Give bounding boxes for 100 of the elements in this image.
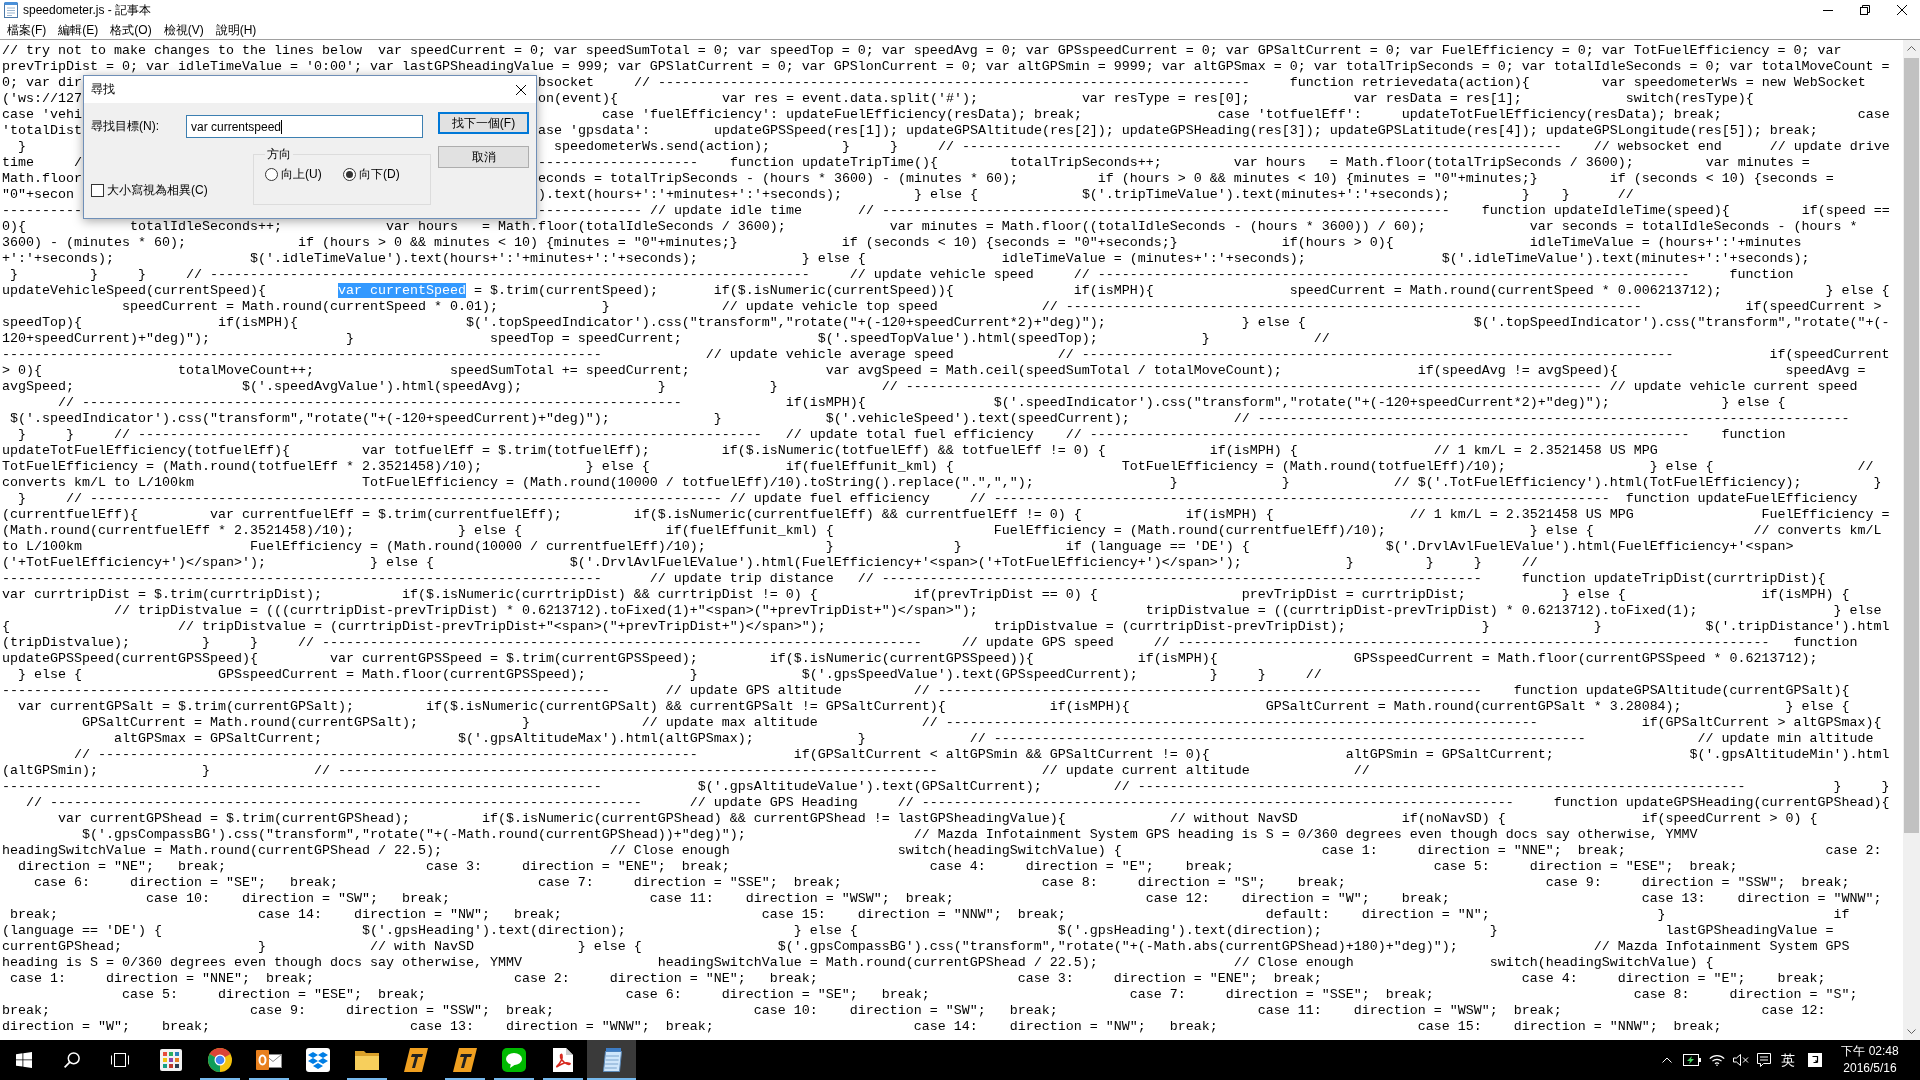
cancel-button[interactable]: 取消 bbox=[438, 146, 529, 168]
code-line: 120+speedCurrent)+"deg)"); } speedTop = speedCurrent; $('.speedTopValue').html(speedTop); } // bbox=[2, 331, 1330, 346]
code-line: ('ws://127 bbox=[2, 91, 82, 107]
code-line: "0"+secon bbox=[2, 187, 74, 203]
code-line: Math.floor bbox=[2, 171, 82, 187]
grid-tiles-icon bbox=[159, 1049, 182, 1071]
code-line: case 'vehi bbox=[2, 107, 82, 123]
code-line: (altGPSmin); } // --------------------------------------------------------------------------- // update current altitude // bbox=[2, 763, 1370, 778]
battery-icon[interactable] bbox=[1682, 1054, 1701, 1066]
input-method-indicator[interactable]: 英 bbox=[1781, 1051, 1795, 1069]
code-line: { // tripDistvalue = (currtripDist-prevTripDist+"<span>("+prevTripDist+")</span>"); tripDistvalue = (currtripDist-prevTripDist); } } $('.tripDistance').html bbox=[2, 619, 1890, 634]
minimize-icon[interactable] bbox=[1822, 9, 1833, 11]
code-line: break; case 14: direction = "NW"; break; case 15: direction = "NNW"; break; default: direction = "N"; } if bbox=[9, 907, 1850, 922]
folder-icon bbox=[354, 1050, 379, 1070]
code-line: 0; var dir bbox=[2, 75, 82, 91]
code-line: } } // ------------------------------------------------------------------------------ // update total fuel efficiency // --------------------------------------------------------------------------- function bbox=[17, 427, 1786, 442]
code-line: break; case 9: direction = "SSW"; break; case 10: direction = "SW"; break; case 11: direction = "WSW"; break; case 12: bbox=[2, 1003, 1826, 1018]
close-icon[interactable] bbox=[1896, 5, 1907, 15]
code-line: case 6: direction = "SE"; break; case 7: direction = "SSE"; break; case 8: direction = "S"; break; case 9: direction = "SSW"; break; bbox=[33, 875, 1850, 890]
wifi-icon[interactable] bbox=[1708, 1054, 1725, 1066]
code-line: ---------- bbox=[2, 203, 82, 219]
menu-item[interactable]: 說明(H) bbox=[209, 21, 263, 38]
selected-text: var currentSpeed bbox=[337, 283, 466, 298]
dialog-title: 尋找 bbox=[91, 81, 115, 98]
scrollbar-thumb[interactable] bbox=[1904, 58, 1919, 833]
code-line: direction = "NE"; break; case 3: direction = "ENE"; break; case 4: direction = "E"; break; case 5: direction = "ESE"; break; bbox=[17, 859, 1738, 874]
scroll-down-icon[interactable] bbox=[1907, 1029, 1916, 1034]
code-line: case 10: direction = "SW"; break; case 11: direction = "WSW"; break; case 12: direction = "W"; break; case 13: direction = "WNW"; bbox=[144, 891, 1882, 906]
task-view-icon[interactable] bbox=[111, 1053, 129, 1067]
code-line: headingSwitchValue = Math.round(currentGPShead / 22.5); // Close enough switch(headingSwitchValue) { case 1: direction = "NNE"; break; case 2: bbox=[2, 843, 1882, 858]
field-label: 尋找目標(N): bbox=[91, 118, 160, 135]
scroll-up-icon[interactable] bbox=[1907, 46, 1916, 51]
code-line: direction = "W"; break; case 13: direction = "WNW"; break; case 14: direction = "NW"; break; case 15: direction = "NNW"; break; bbox=[2, 1019, 1722, 1034]
clock-time[interactable]: 下午 02:48 bbox=[1841, 1043, 1899, 1060]
code-line: } } } // --------------------------------------------------------------------------- // update vehicle speed // -------------------------------------------------------------------------- function bbox=[9, 267, 1794, 282]
code-line: 'totalDist bbox=[2, 123, 82, 139]
code-line: // -------------------------------------------------------------------------- // update GPS Heading // -------------------------------------------------------------------------- function updateGPSHeading(currentGPShead){ bbox=[25, 795, 1890, 810]
scrollbar[interactable] bbox=[1903, 40, 1920, 1040]
radio-option[interactable]: 向上(U) bbox=[265, 166, 343, 183]
text-cursor-icon bbox=[281, 119, 283, 134]
code-text: = $.trim(currentSpeed); if($.isNumeric(currentSpeed)){ if(isMPH){ speedCurrent = Math.round(currentSpeed * 0.006213712); } else { bbox=[472, 283, 1890, 298]
chat-bubble-icon bbox=[501, 1048, 526, 1072]
code-line: 0){ totalIdleSeconds++; var hours = Math.floor(totalIdleSeconds / 3600); var minutes = Math.floor((totalIdleSeconds - (hours * 3600)) / 60); var seconds = totalIdleSeconds - (hours * bbox=[2, 219, 1858, 234]
notification-icon[interactable] bbox=[1808, 1053, 1822, 1067]
menu-item[interactable]: 編輯(E) bbox=[52, 21, 105, 38]
search-icon[interactable] bbox=[64, 1052, 80, 1068]
code-line: converts km/L to L/100km TotFuelEfficiency = (Math.round(10000 / totfuelEff)/10).toString().replace(".",","); } } // $('.TotFuelEfficiency').html(TotFuelEfficiency); } bbox=[2, 475, 1882, 490]
menu-item[interactable]: 檢視(V) bbox=[157, 21, 210, 38]
code-line: ------------- // update idle time // ----------------------------------------------------------------------- function updateIdleTime(speed){ if(speed == bbox=[538, 203, 1890, 219]
code-line: ('+TotFuelEfficiency+')</span>'); } else { $('.DrvlAvlFuelEValue').html(FuelEfficiency+'<span>('+TotFuelEfficiency+')</span>'); } } } // bbox=[2, 555, 1538, 570]
document-icon bbox=[552, 1048, 573, 1072]
code-line: econds = totalTripSeconds - (hours * 3600) - (minutes * 60); if (hours > 0 && minutes < 10) {minutes = "0"+minutes;} if (seconds < 10) {seconds = bbox=[538, 171, 1834, 187]
code-line: -------------------- function updateTripTime(){ totalTripSeconds++; var hours = Math.floor(totalTripSeconds / 3600); var minutes = bbox=[538, 155, 1810, 171]
code-line: --------------------------------------------------------------------------- // update trip distance // --------------------------------------------------------------------------- function updateTripDist(currtripDist){ bbox=[2, 571, 1826, 586]
code-line: ).text(hours+':'+minutes+':'+seconds); } else { $('.tripTimeValue').text(minutes+':'+seconds); } } // bbox=[538, 187, 1634, 203]
code-line: (Math.round(currentfuelEff * 2.3521458)/10); } else { if(fuelEffunit_kml) { FuelEfficiency = (Math.round(currentfuelEff)/10); } else { // converts km/L bbox=[2, 523, 1882, 538]
code-line: (tripDistvalue); } } // --------------------------------------------------------------------------- // update GPS speed // -------------------------------------------------------------------------- function bbox=[2, 635, 1858, 650]
code-line: 3600) - (minutes * 60); if (hours > 0 && minutes < 10) {minutes = "0"+minutes;} if (seconds < 10) {seconds = "0"+seconds;} if(hours > 0){ idleTimeValue = (hours+':'+minutes bbox=[2, 235, 1802, 250]
find-field[interactable]: var currentspeed bbox=[186, 115, 423, 138]
radio-option[interactable]: 向下(D) bbox=[343, 166, 421, 183]
message-icon[interactable] bbox=[1757, 1053, 1771, 1067]
code-line: // tripDistvalue = (((currtripDist-prevTripDist) * 0.6213712).toFixed(1)+"<span>("+prevTripDist+")</span>"); tripDistvalue = ((currtripDist-prevTripDist) * 0.6213712).toFixed(1); } else bbox=[112, 603, 1882, 618]
close-icon[interactable] bbox=[516, 84, 526, 95]
restore-icon[interactable] bbox=[1859, 5, 1870, 15]
code-line: > 0){ totalMoveCount++; speedSumTotal += speedCurrent; var avgSpeed = Math.ceil(speedSumTotal / totalMoveCount); if(speedAvg != avgSpeed){ speedAvg = bbox=[2, 363, 1866, 378]
menu-item[interactable]: 格式(O) bbox=[104, 21, 158, 38]
box-icon bbox=[305, 1048, 330, 1072]
menu-item[interactable]: 檔案(F) bbox=[1, 21, 53, 38]
chevron-up-icon[interactable] bbox=[1662, 1057, 1672, 1063]
four-panes-icon[interactable] bbox=[16, 1052, 32, 1068]
find-next-button[interactable]: 找下一個(F) bbox=[438, 112, 529, 134]
code-line: to L/100km FuelEfficiency = (Math.round(10000 / currentfuelEff)/10); } } if (language == 'DE') { $('.DrvlAvlFuelEValue').html(FuelEfficiency+'<span> bbox=[2, 539, 1794, 554]
code-line: case 5: direction = "ESE"; break; case 6: direction = "SE"; break; case 7: direction = "SSE"; break; case 8: direction = "S"; bbox=[120, 987, 1858, 1002]
code-line: case 'fuelEfficiency': updateFuelEfficiency(resData); break; case 'totfuelEff': updateTotFuelEfficiency(resData); break; case bbox=[601, 107, 1890, 123]
code-line: (language == 'DE') { $('.gpsHeading').text(direction); } else { $('.gpsHeading').text(direction); } lastGPSheadingValue = bbox=[2, 923, 1834, 938]
code-line: $('.gpsCompassBG').css("transform","rotate("+(-Math.round(currentGPShead))+"deg)"); // Mazda Infotainment System GPS heading is S = 0/360 degrees even though docs say otherwise, YMMV bbox=[80, 827, 1698, 842]
code-line: TotFuelEfficiency = (Math.round(totfuelEff * 2.3521458)/10); } else { if(fuelEffunit_kml) { TotFuelEfficiency = (Math.round(totfuelEff)/10); } else { // bbox=[2, 459, 1874, 474]
code-line: heading is S = 0/360 degrees even though docs say otherwise, YMMV headingSwitchValue = Math.round(currentGPShead / 22.5); // Close enough switch(headingSwitchValue) { bbox=[2, 955, 1714, 970]
code-line: --------------------------------------------------------------------------- $('.gpsAltitudeValue').text(GPSaltCurrent); // ---------------------------------------------------------------------------- } } bbox=[2, 779, 1890, 794]
circle-logo-icon bbox=[207, 1048, 232, 1072]
code-text: updateVehicleSpeed(currentSpeed){ bbox=[2, 283, 267, 298]
tilted-tile-icon bbox=[403, 1048, 428, 1072]
checkbox-option[interactable]: 大小寫視為相異(C) bbox=[91, 182, 208, 199]
code-line: GPSaltCurrent = Math.round(currentGPSalt); } // update max altitude // -------------------------------------------------------------------------- if(GPSaltCurrent > altGPSmax){ bbox=[80, 715, 1882, 730]
code-line: // --------------------------------------------------------------------------- if(GPSaltCurrent < altGPSmin && GPSaltCurrent != 0){ altGPSmin = GPSaltCurrent; $('.gpsAltitudeMin').html bbox=[72, 747, 1890, 762]
code-line: bsocket // -------------------------------------------------------------------------- function retrievedata(action){ var speedometerWs = new WebSocket bbox=[538, 75, 1866, 91]
tilted-tile-icon bbox=[452, 1048, 477, 1072]
taskbar-button[interactable] bbox=[587, 1040, 636, 1080]
code-line: var currentGPShead = $.trim(currentGPShead); if($.isNumeric(currentGPShead) && currentGPShead != lastGPSheadingValue){ // without NavSD if(noNavSD) { if(speedCurrent > 0) { bbox=[57, 811, 1818, 826]
code-line: (currentfuelEff){ var currentfuelEff = $.trim(currentfuelEff); if($.isNumeric(currentfuelEff) && currentfuelEff != 0) { if(isMPH) { // 1 km/L = 2.3521458 US MPG FuelEfficiency = bbox=[2, 507, 1890, 522]
clock-date[interactable]: 2016/5/16 bbox=[1843, 1060, 1897, 1077]
code-line: updateGPSSpeed(currentGPSSpeed){ var currentGPSSpeed = $.trim(currentGPSSpeed); if($.isNumeric(currentGPSSpeed)){ if(isMPH){ GPSspeedCurrent = Math.floor(currentGPSSpeed * 0.6213712); bbox=[2, 651, 1818, 666]
code-line: +':'+seconds); $('.idleTimeValue').text(hours+':'+minutes+':'+seconds); } else { idleTimeValue = (minutes+':'+seconds); $('.idleTimeValue').text(minutes+':'+seconds); bbox=[2, 251, 1810, 266]
code-line: } else { GPSspeedCurrent = Math.floor(currentGPSSpeed); } $('.gpsSpeedValue').text(GPSspeedCurrent); } } // bbox=[17, 667, 1322, 682]
window-title: speedometer.js - 記事本 bbox=[23, 2, 152, 18]
code-line: avgSpeed; $('.speedAvgValue').html(speedAvg); } } // --------------------------------------------------------------------------------------- // update vehicle current speed bbox=[2, 379, 1858, 394]
code-line: } bbox=[17, 139, 26, 155]
code-line: updateTotFuelEfficiency(totfuelEff){ var totfuelEff = $.trim(totfuelEff); if($.isNumeric(totfuelEff) && totfuelEff != 0) { if(isMPH) { // 1 km/L = 2.3521458 US MPG bbox=[2, 443, 1658, 458]
speaker-muted-icon[interactable] bbox=[1732, 1054, 1749, 1066]
code-line: speedTop){ if(isMPH){ $('.topSpeedIndicator').css("transform","rotate("+(-120+speedCurrent*2)+"deg)"); } else { $('.topSpeedIndicator').css("transform","rotate("+(- bbox=[2, 315, 1890, 330]
